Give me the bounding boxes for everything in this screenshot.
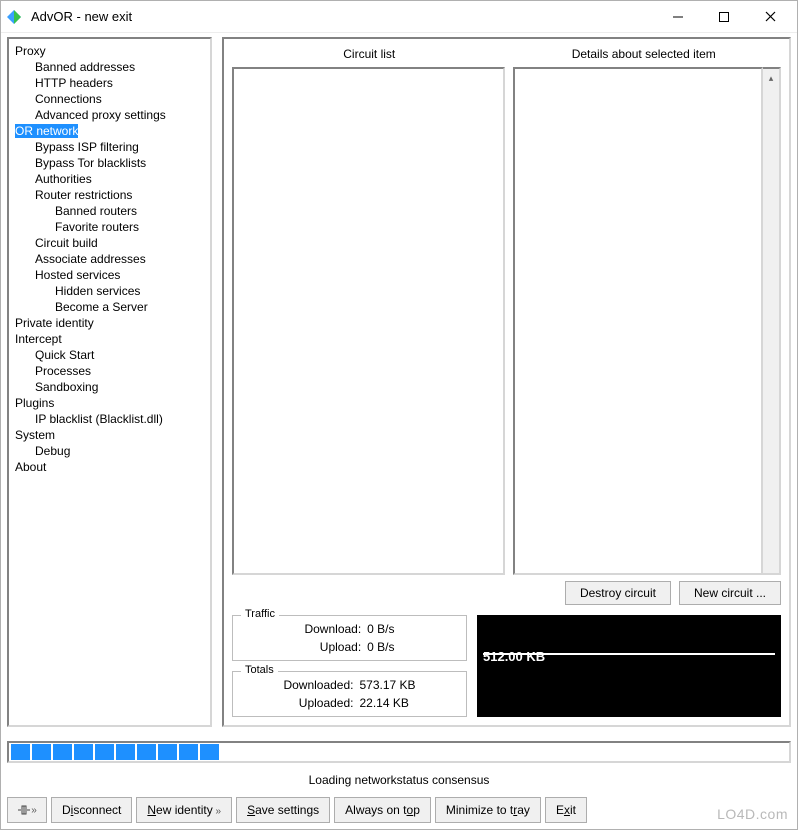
tree-item[interactable]: Debug xyxy=(11,443,208,459)
tree-item[interactable]: Authorities xyxy=(11,171,208,187)
app-icon xyxy=(5,8,23,26)
detail-box: ▴ xyxy=(513,67,782,575)
progress-block xyxy=(95,744,114,760)
progress-block xyxy=(116,744,135,760)
graph-scale: 512.00 KB xyxy=(483,649,545,664)
progress-block xyxy=(11,744,30,760)
new-identity-button[interactable]: New identity xyxy=(136,797,232,823)
main-panel: Circuit list Details about selected item… xyxy=(222,37,791,727)
totals-ul-value: 22.14 KB xyxy=(360,696,457,710)
traffic-ul-value: 0 B/s xyxy=(367,640,456,654)
tree-item[interactable]: Connections xyxy=(11,91,208,107)
graph-line xyxy=(483,653,775,655)
tree-item[interactable]: Become a Server xyxy=(11,299,208,315)
tree-item[interactable]: Banned routers xyxy=(11,203,208,219)
totals-ul-label: Uploaded: xyxy=(243,696,354,710)
tree-item[interactable]: Processes xyxy=(11,363,208,379)
tree-item[interactable]: Circuit build xyxy=(11,235,208,251)
detail-header: Details about selected item xyxy=(507,45,782,67)
progress-block xyxy=(137,744,156,760)
window-buttons xyxy=(655,2,793,32)
exit-button[interactable]: Exit xyxy=(545,797,587,823)
traffic-group: Traffic Download: 0 B/s Upload: 0 B/s xyxy=(232,615,467,661)
tree-item[interactable]: Plugins xyxy=(11,395,208,411)
titlebar: AdvOR - new exit xyxy=(1,1,797,33)
circuit-list-header: Circuit list xyxy=(232,45,507,67)
traffic-dl-label: Download: xyxy=(243,622,361,636)
tree-item[interactable]: Hosted services xyxy=(11,267,208,283)
always-on-top-button[interactable]: Always on top xyxy=(334,797,431,823)
traffic-dl-value: 0 B/s xyxy=(367,622,456,636)
traffic-legend: Traffic xyxy=(241,608,279,620)
tree-item[interactable]: Banned addresses xyxy=(11,59,208,75)
circuit-list[interactable] xyxy=(232,67,505,575)
tree-item[interactable]: Associate addresses xyxy=(11,251,208,267)
new-circuit-button[interactable]: New circuit ... xyxy=(679,581,781,605)
tree-item[interactable]: HTTP headers xyxy=(11,75,208,91)
scroll-up-icon[interactable]: ▴ xyxy=(763,69,779,87)
progress-block xyxy=(32,744,51,760)
tree-item[interactable]: Favorite routers xyxy=(11,219,208,235)
close-button[interactable] xyxy=(747,2,793,32)
panel-lists: ▴ xyxy=(232,67,781,575)
detail-area[interactable] xyxy=(513,67,764,575)
destroy-circuit-button[interactable]: Destroy circuit xyxy=(565,581,671,605)
totals-dl-value: 573.17 KB xyxy=(360,678,457,692)
stats-row: Traffic Download: 0 B/s Upload: 0 B/s To… xyxy=(232,615,781,717)
tree-item[interactable]: About xyxy=(11,459,208,475)
maximize-button[interactable] xyxy=(701,2,747,32)
window-title: AdvOR - new exit xyxy=(31,9,655,24)
progress-block xyxy=(74,744,93,760)
totals-dl-label: Downloaded: xyxy=(243,678,354,692)
progress-block xyxy=(158,744,177,760)
tree-item[interactable]: Proxy xyxy=(11,43,208,59)
minimize-to-tray-button[interactable]: Minimize to tray xyxy=(435,797,541,823)
status-message: Loading networkstatus consensus xyxy=(7,773,791,787)
minimize-button[interactable] xyxy=(655,2,701,32)
tree-item[interactable]: Advanced proxy settings xyxy=(11,107,208,123)
tree-item[interactable]: Intercept xyxy=(11,331,208,347)
watermark: LO4D.com xyxy=(717,806,788,822)
progress-block xyxy=(179,744,198,760)
tree-item[interactable]: Quick Start xyxy=(11,347,208,363)
bottom-toolbar: Disconnect New identity Save settings Al… xyxy=(7,797,791,823)
tree-item[interactable]: System xyxy=(11,427,208,443)
progress-block xyxy=(53,744,72,760)
circuit-buttons: Destroy circuit New circuit ... xyxy=(232,575,781,605)
progress-block xyxy=(200,744,219,760)
expand-button[interactable] xyxy=(7,797,47,823)
disconnect-button[interactable]: Disconnect xyxy=(51,797,132,823)
totals-group: Totals Downloaded: 573.17 KB Uploaded: 2… xyxy=(232,671,467,717)
tree-item[interactable]: Router restrictions xyxy=(11,187,208,203)
app-window: AdvOR - new exit ProxyBanned addressesHT… xyxy=(0,0,798,830)
detail-scrollbar[interactable]: ▴ xyxy=(763,67,781,575)
tree-item[interactable]: Bypass ISP filtering xyxy=(11,139,208,155)
client-area: ProxyBanned addressesHTTP headersConnect… xyxy=(1,33,797,829)
tree-item[interactable]: Bypass Tor blacklists xyxy=(11,155,208,171)
save-settings-button[interactable]: Save settings xyxy=(236,797,330,823)
tree-item[interactable]: OR network xyxy=(11,123,208,139)
panel-headers: Circuit list Details about selected item xyxy=(232,45,781,67)
traffic-ul-label: Upload: xyxy=(243,640,361,654)
traffic-graph: 512.00 KB xyxy=(477,615,781,717)
totals-legend: Totals xyxy=(241,664,278,676)
tree-item[interactable]: IP blacklist (Blacklist.dll) xyxy=(11,411,208,427)
progress-bar xyxy=(7,741,791,763)
tree-item[interactable]: Hidden services xyxy=(11,283,208,299)
upper-row: ProxyBanned addressesHTTP headersConnect… xyxy=(7,37,791,727)
progress-area: Loading networkstatus consensus xyxy=(7,741,791,787)
nav-tree[interactable]: ProxyBanned addressesHTTP headersConnect… xyxy=(7,37,212,727)
tree-item[interactable]: Sandboxing xyxy=(11,379,208,395)
tree-item[interactable]: Private identity xyxy=(11,315,208,331)
